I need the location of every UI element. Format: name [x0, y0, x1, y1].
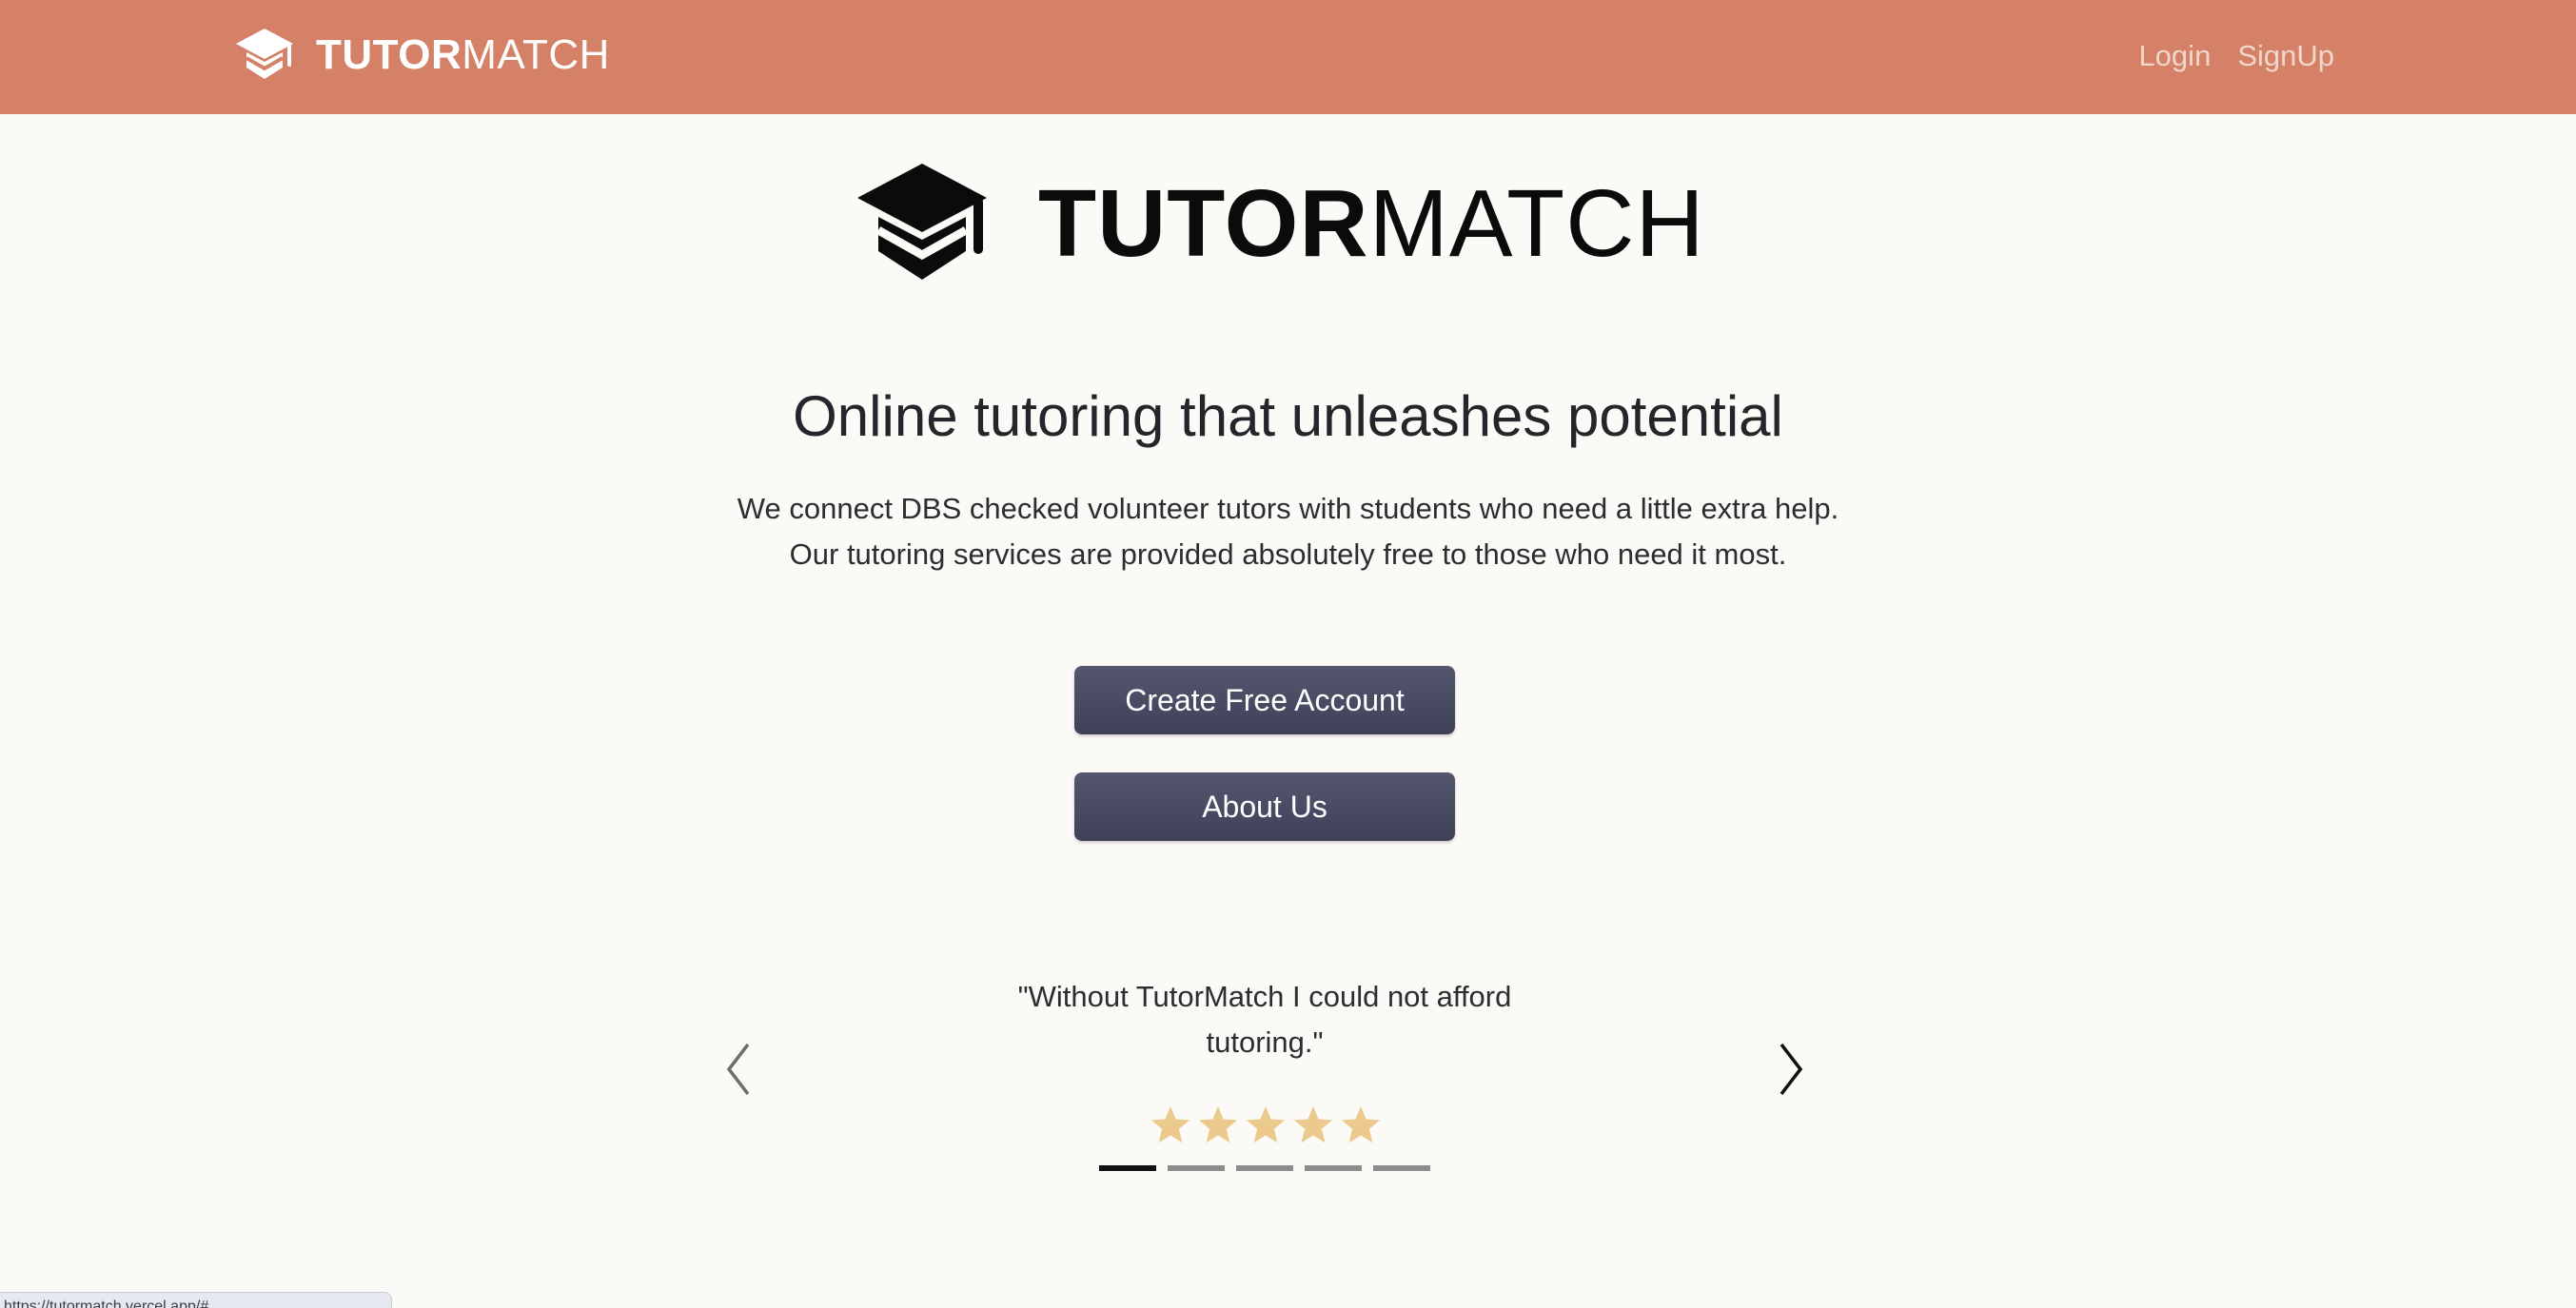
- carousel-prev-button[interactable]: [719, 1041, 757, 1098]
- hero-word-bold: TUTOR: [1038, 170, 1369, 277]
- chevron-right-icon: [1772, 1041, 1810, 1098]
- graduation-cap-icon: [234, 27, 295, 84]
- carousel-indicators: [1099, 1165, 1430, 1171]
- create-free-account-button[interactable]: Create Free Account: [1074, 666, 1455, 734]
- hero-logo: TUTORMATCH: [854, 162, 1705, 285]
- brand-word-bold: TUTOR: [316, 31, 462, 78]
- carousel-next-button[interactable]: [1772, 1041, 1810, 1098]
- top-navbar: TUTORMATCH Login SignUp: [0, 0, 2576, 114]
- hero-word-light: MATCH: [1368, 170, 1705, 277]
- navbar-links: Login SignUp: [2138, 34, 2334, 78]
- star-icon: [1198, 1105, 1238, 1143]
- page-headline: Online tutoring that unleashes potential: [793, 384, 1783, 448]
- testimonial-quote: "Without TutorMatch I could not afford t…: [1017, 980, 1512, 1059]
- carousel-indicator[interactable]: [1168, 1165, 1225, 1171]
- brand-word-light: MATCH: [462, 31, 610, 78]
- navbar-brand-wordmark: TUTORMATCH: [316, 27, 610, 84]
- navbar-brand-link[interactable]: TUTORMATCH: [234, 27, 610, 84]
- carousel-indicator[interactable]: [1099, 1165, 1156, 1171]
- intro-line-1: We connect DBS checked volunteer tutors …: [737, 492, 1839, 525]
- login-link[interactable]: Login: [2138, 34, 2211, 78]
- chevron-left-icon: [719, 1041, 757, 1098]
- about-us-button[interactable]: About Us: [1074, 772, 1455, 841]
- status-bar-url: https://tutormatch.vercel.app/#: [0, 1292, 392, 1308]
- intro-text: We connect DBS checked volunteer tutors …: [0, 486, 2576, 577]
- graduation-cap-icon: [854, 162, 991, 285]
- star-icon: [1341, 1105, 1381, 1143]
- star-icon: [1150, 1105, 1190, 1143]
- hero-wordmark: TUTORMATCH: [1038, 162, 1705, 285]
- carousel-indicator[interactable]: [1305, 1165, 1362, 1171]
- star-icon: [1246, 1105, 1286, 1143]
- intro-line-2: Our tutoring services are provided absol…: [789, 537, 1787, 571]
- carousel-indicator[interactable]: [1236, 1165, 1293, 1171]
- carousel-indicator[interactable]: [1373, 1165, 1430, 1171]
- signup-link[interactable]: SignUp: [2237, 34, 2334, 78]
- star-icon: [1293, 1105, 1333, 1143]
- star-rating: [1149, 1103, 1383, 1147]
